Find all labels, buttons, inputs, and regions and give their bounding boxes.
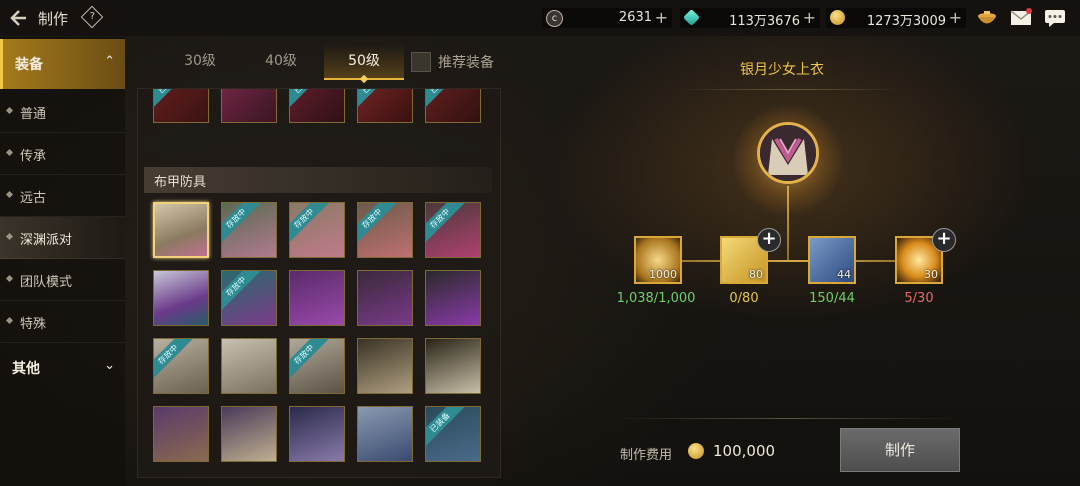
equipment-slot[interactable]: 存放中 (153, 338, 209, 394)
equipment-slot[interactable] (357, 406, 413, 462)
equipment-slot[interactable] (289, 270, 345, 326)
add-gem-button[interactable]: + (803, 8, 816, 28)
craft-button[interactable]: 制作 (840, 428, 960, 472)
equipment-slot[interactable] (153, 270, 209, 326)
diamond-bullet-icon (5, 274, 14, 283)
currency-c-token: c 2631 + (542, 8, 672, 28)
add-gold-button[interactable]: + (949, 8, 962, 28)
diamond-bullet-icon (5, 232, 14, 241)
equipment-slot[interactable] (153, 406, 209, 462)
equipment-slot[interactable]: 已装备 (357, 89, 413, 123)
equipment-slot[interactable]: 已装备 (425, 89, 481, 123)
equipment-slot[interactable] (357, 270, 413, 326)
material-1-requirement: 1,038/1,000 (616, 291, 696, 306)
add-material-2-button[interactable]: + (757, 228, 781, 252)
gem-icon (683, 9, 700, 26)
equipment-slot[interactable]: 存放中 (221, 270, 277, 326)
equipment-slot[interactable] (357, 338, 413, 394)
equipment-slot[interactable] (221, 89, 277, 123)
divider (680, 89, 900, 90)
equipment-grid-panel[interactable]: 已装备 已装备 已装备 已装备 布甲防具 存放中 存放中 存放中 存放中 存放中… (137, 88, 501, 478)
equipment-slot[interactable]: 存放中 (289, 202, 345, 258)
crafted-item-icon[interactable] (757, 122, 819, 184)
equipment-slot[interactable]: 存放中 (289, 338, 345, 394)
diamond-bullet-icon (5, 106, 14, 115)
equipment-slot-selected[interactable] (153, 202, 209, 258)
back-arrow-icon[interactable] (8, 8, 28, 28)
connector-line (660, 260, 920, 262)
category-equipment[interactable]: 装备 ⌃ (0, 39, 125, 89)
chevron-up-icon: ⌃ (104, 54, 115, 69)
equipment-slot[interactable] (221, 406, 277, 462)
diamond-bullet-icon (5, 148, 14, 157)
chat-icon[interactable] (1044, 8, 1066, 28)
tab-level-40[interactable]: 40级 (241, 44, 321, 78)
equipment-slot[interactable]: 已装备 (153, 89, 209, 123)
cost-label: 制作费用 (620, 448, 673, 463)
top-bar: 制作 ? c 2631 + 113万3676 + 1273万3009 + (0, 0, 1080, 36)
sidebar-item-legacy[interactable]: 传承 (0, 133, 125, 175)
sidebar-item-team-mode[interactable]: 团队模式 (0, 259, 125, 301)
section-header: 布甲防具 (144, 167, 492, 193)
tab-level-50[interactable]: 50级 (324, 44, 404, 84)
chevron-down-icon: ⌄ (104, 358, 115, 373)
add-material-4-button[interactable]: + (932, 228, 956, 252)
diamond-bullet-icon (5, 190, 14, 199)
gold-coin-icon (688, 443, 704, 459)
currency-gem: 113万3676 + (680, 8, 820, 29)
sidebar-item-special[interactable]: 特殊 (0, 301, 125, 343)
sidebar-item-ancient[interactable]: 远古 (0, 175, 125, 217)
mail-icon[interactable] (1010, 8, 1032, 28)
material-2-requirement: 0/80 (729, 291, 759, 306)
help-icon[interactable]: ? (80, 5, 104, 29)
equipment-slot[interactable] (289, 406, 345, 462)
equipment-slot[interactable] (425, 338, 481, 394)
pot-icon[interactable] (976, 8, 998, 28)
blouse-icon (760, 125, 816, 181)
recommend-checkbox[interactable] (411, 52, 431, 72)
material-slot-3[interactable]: 44 (808, 236, 856, 284)
recommend-label: 推荐装备 (438, 55, 494, 71)
divider (612, 418, 962, 419)
category-sidebar: 装备 ⌃ 普通 传承 远古 深渊派对 团队模式 特殊 其他 ⌄ (0, 37, 125, 486)
c-token-icon: c (546, 10, 563, 27)
category-other[interactable]: 其他 ⌄ (0, 343, 125, 393)
equipment-slot[interactable]: 已装备 (425, 406, 481, 462)
diamond-bullet-icon (5, 316, 14, 325)
equipment-slot[interactable] (221, 338, 277, 394)
cost-value: 100,000 (713, 442, 776, 460)
sidebar-item-abyss-party[interactable]: 深渊派对 (0, 217, 125, 259)
currency-gold: 1273万3009 + (826, 8, 966, 29)
equipment-slot[interactable]: 存放中 (425, 202, 481, 258)
equipment-slot[interactable]: 存放中 (357, 202, 413, 258)
equipment-slot[interactable]: 存放中 (221, 202, 277, 258)
material-4-requirement: 5/30 (904, 291, 934, 306)
page-title: 制作 (38, 10, 69, 28)
sidebar-item-normal[interactable]: 普通 (0, 91, 125, 133)
equipment-slot[interactable] (425, 270, 481, 326)
gold-coin-icon (830, 10, 845, 25)
equipment-slot[interactable]: 已装备 (289, 89, 345, 123)
material-slot-1[interactable]: 1000 (634, 236, 682, 284)
connector-line (787, 186, 789, 260)
item-name: 银月少女上衣 (740, 62, 824, 78)
tab-level-30[interactable]: 30级 (160, 44, 240, 78)
material-3-requirement: 150/44 (809, 291, 855, 306)
add-c-token-button[interactable]: + (655, 8, 668, 28)
